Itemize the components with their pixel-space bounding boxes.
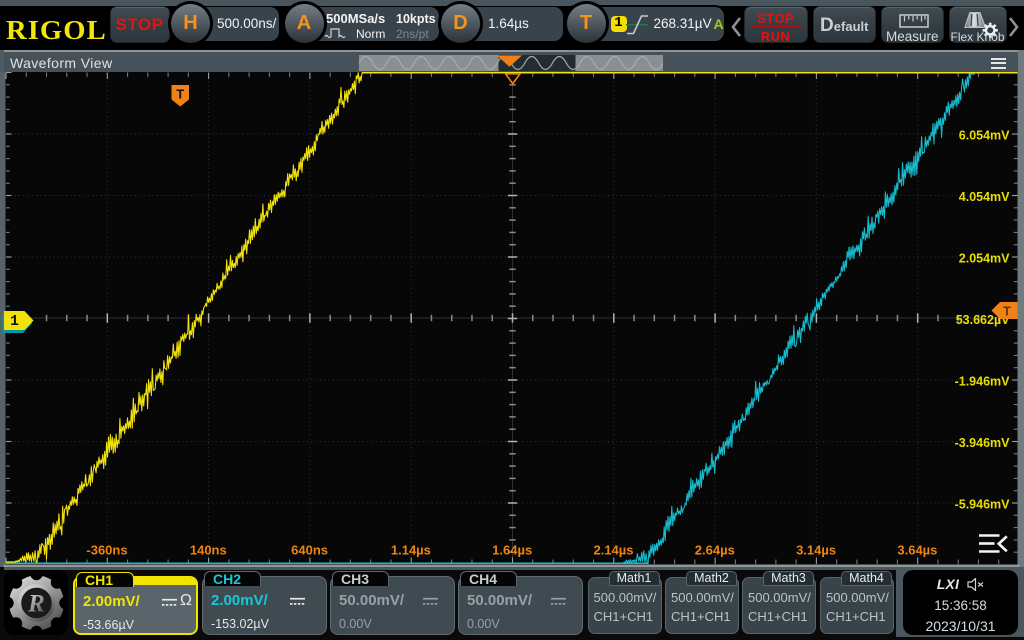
- svg-text:T: T: [176, 86, 184, 101]
- svg-text:640ns: 640ns: [291, 542, 328, 557]
- svg-text:-360ns: -360ns: [86, 542, 127, 557]
- svg-text:1: 1: [10, 314, 19, 330]
- svg-text:6.054mV: 6.054mV: [959, 128, 1010, 142]
- svg-text:2.14µs: 2.14µs: [593, 542, 633, 557]
- svg-text:1.14µs: 1.14µs: [391, 542, 431, 557]
- svg-text:1.64µs: 1.64µs: [492, 542, 532, 557]
- svg-text:3.14µs: 3.14µs: [796, 542, 836, 557]
- svg-text:R: R: [27, 590, 45, 617]
- svg-text:-5.946mV: -5.946mV: [955, 497, 1011, 511]
- svg-text:2.64µs: 2.64µs: [695, 542, 735, 557]
- svg-text:-1.946mV: -1.946mV: [955, 374, 1011, 388]
- svg-text:T: T: [1003, 304, 1011, 318]
- svg-text:4.054mV: 4.054mV: [959, 189, 1010, 203]
- svg-text:140ns: 140ns: [190, 542, 227, 557]
- svg-text:3.64µs: 3.64µs: [897, 542, 937, 557]
- svg-text:-3.946mV: -3.946mV: [955, 435, 1011, 449]
- svg-text:2.054mV: 2.054mV: [959, 251, 1010, 265]
